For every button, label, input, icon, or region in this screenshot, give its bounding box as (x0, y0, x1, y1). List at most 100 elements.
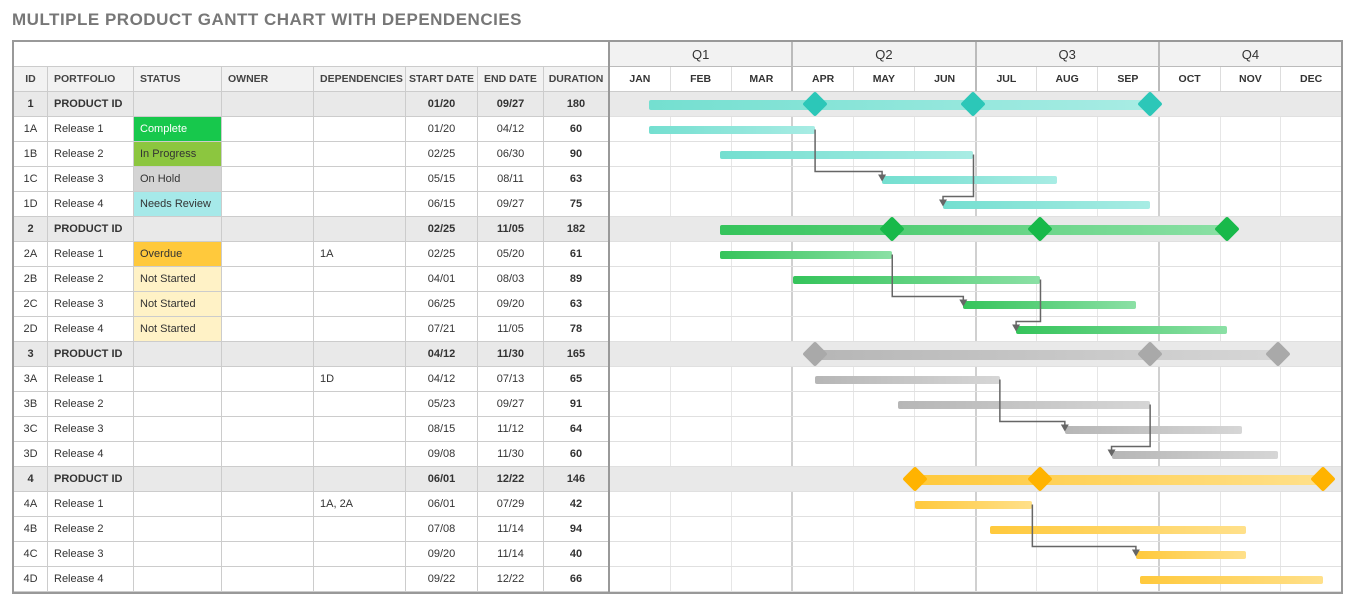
cell-owner[interactable] (222, 117, 314, 142)
gantt-bar[interactable] (915, 501, 1033, 509)
cell-end[interactable]: 11/14 (478, 517, 544, 542)
cell-end[interactable]: 11/30 (478, 342, 544, 367)
cell-start[interactable]: 04/12 (406, 342, 478, 367)
cell-status[interactable] (134, 217, 222, 242)
cell-status[interactable]: In Progress (134, 142, 222, 167)
cell-status[interactable] (134, 417, 222, 442)
cell-dep[interactable] (314, 92, 406, 117)
cell-dep[interactable] (314, 292, 406, 317)
cell-owner[interactable] (222, 292, 314, 317)
cell-owner[interactable] (222, 217, 314, 242)
cell-end[interactable]: 11/12 (478, 417, 544, 442)
cell-start[interactable]: 07/21 (406, 317, 478, 342)
gantt-bar[interactable] (720, 151, 974, 159)
cell-start[interactable]: 06/15 (406, 192, 478, 217)
cell-start[interactable]: 02/25 (406, 142, 478, 167)
cell-status[interactable] (134, 492, 222, 517)
gantt-bar[interactable] (1016, 326, 1227, 334)
cell-owner[interactable] (222, 167, 314, 192)
cell-end[interactable]: 09/20 (478, 292, 544, 317)
cell-owner[interactable] (222, 342, 314, 367)
gantt-bar[interactable] (898, 401, 1150, 409)
cell-status[interactable]: Complete (134, 117, 222, 142)
cell-status[interactable]: Overdue (134, 242, 222, 267)
gantt-bar[interactable] (815, 350, 1278, 360)
cell-owner[interactable] (222, 567, 314, 592)
cell-dep[interactable] (314, 317, 406, 342)
cell-start[interactable]: 09/22 (406, 567, 478, 592)
cell-end[interactable]: 07/29 (478, 492, 544, 517)
cell-owner[interactable] (222, 192, 314, 217)
cell-dep[interactable] (314, 142, 406, 167)
cell-status[interactable]: Not Started (134, 267, 222, 292)
cell-status[interactable] (134, 442, 222, 467)
cell-dep[interactable] (314, 417, 406, 442)
cell-owner[interactable] (222, 367, 314, 392)
cell-end[interactable]: 11/14 (478, 542, 544, 567)
cell-end[interactable]: 04/12 (478, 117, 544, 142)
cell-start[interactable]: 06/01 (406, 492, 478, 517)
cell-end[interactable]: 12/22 (478, 467, 544, 492)
cell-status[interactable] (134, 92, 222, 117)
cell-end[interactable]: 07/13 (478, 367, 544, 392)
cell-start[interactable]: 05/15 (406, 167, 478, 192)
cell-end[interactable]: 11/05 (478, 217, 544, 242)
cell-end[interactable]: 09/27 (478, 92, 544, 117)
cell-dep[interactable] (314, 392, 406, 417)
gantt-bar[interactable] (882, 176, 1057, 184)
cell-owner[interactable] (222, 517, 314, 542)
cell-end[interactable]: 09/27 (478, 192, 544, 217)
gantt-bar[interactable] (963, 301, 1136, 309)
cell-start[interactable]: 09/08 (406, 442, 478, 467)
cell-dep[interactable] (314, 117, 406, 142)
gantt-bar[interactable] (720, 225, 1228, 235)
cell-owner[interactable] (222, 317, 314, 342)
cell-owner[interactable] (222, 267, 314, 292)
cell-dep[interactable] (314, 342, 406, 367)
cell-dep[interactable] (314, 167, 406, 192)
cell-dep[interactable] (314, 542, 406, 567)
cell-end[interactable]: 06/30 (478, 142, 544, 167)
cell-start[interactable]: 06/25 (406, 292, 478, 317)
cell-start[interactable]: 08/15 (406, 417, 478, 442)
cell-status[interactable]: Needs Review (134, 192, 222, 217)
gantt-bar[interactable] (815, 376, 1000, 384)
gantt-bar[interactable] (1112, 451, 1279, 459)
cell-dep[interactable] (314, 267, 406, 292)
cell-start[interactable]: 02/25 (406, 217, 478, 242)
cell-start[interactable]: 04/12 (406, 367, 478, 392)
gantt-bar[interactable] (720, 251, 893, 259)
cell-dep[interactable] (314, 567, 406, 592)
cell-end[interactable]: 08/11 (478, 167, 544, 192)
gantt-bar[interactable] (649, 126, 816, 134)
cell-status[interactable] (134, 342, 222, 367)
cell-owner[interactable] (222, 142, 314, 167)
cell-dep[interactable] (314, 217, 406, 242)
gantt-bar[interactable] (915, 475, 1323, 485)
gantt-bar[interactable] (1065, 426, 1242, 434)
cell-end[interactable]: 09/27 (478, 392, 544, 417)
cell-start[interactable]: 01/20 (406, 117, 478, 142)
cell-start[interactable]: 01/20 (406, 92, 478, 117)
cell-status[interactable] (134, 517, 222, 542)
cell-start[interactable]: 02/25 (406, 242, 478, 267)
cell-status[interactable] (134, 367, 222, 392)
cell-status[interactable]: Not Started (134, 292, 222, 317)
gantt-bar[interactable] (649, 100, 1151, 110)
cell-status[interactable] (134, 567, 222, 592)
cell-status[interactable] (134, 542, 222, 567)
cell-owner[interactable] (222, 92, 314, 117)
cell-owner[interactable] (222, 417, 314, 442)
cell-owner[interactable] (222, 442, 314, 467)
cell-dep[interactable] (314, 467, 406, 492)
cell-end[interactable]: 05/20 (478, 242, 544, 267)
cell-owner[interactable] (222, 392, 314, 417)
cell-status[interactable]: On Hold (134, 167, 222, 192)
cell-dep[interactable]: 1A (314, 242, 406, 267)
cell-owner[interactable] (222, 492, 314, 517)
cell-end[interactable]: 12/22 (478, 567, 544, 592)
cell-start[interactable]: 09/20 (406, 542, 478, 567)
cell-start[interactable]: 06/01 (406, 467, 478, 492)
cell-status[interactable]: Not Started (134, 317, 222, 342)
cell-start[interactable]: 04/01 (406, 267, 478, 292)
